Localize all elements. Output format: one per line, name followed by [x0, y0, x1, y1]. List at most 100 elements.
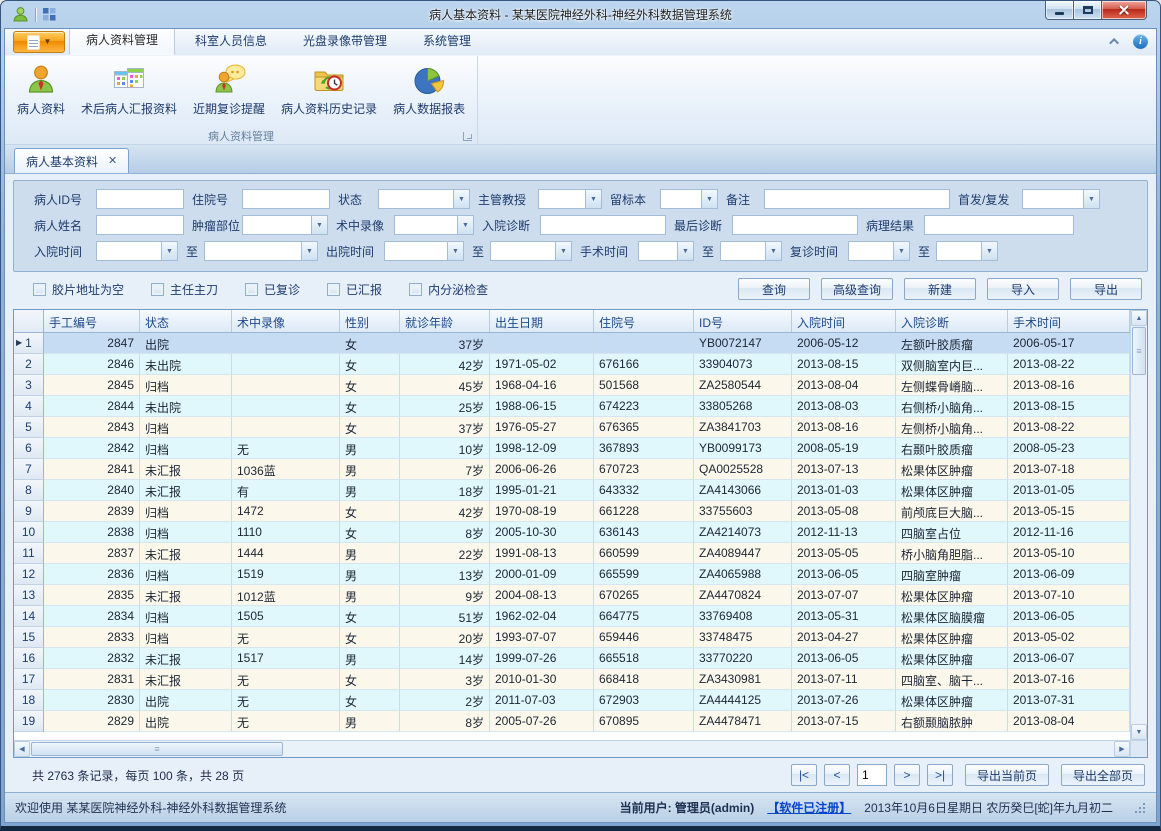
blocks-icon[interactable] — [42, 7, 57, 22]
ribbon-tab-3[interactable]: 光盘录像带管理 — [287, 28, 403, 55]
filter-combo[interactable]: ▼ — [538, 189, 602, 209]
software-registered-link[interactable]: 【软件已注册】 — [767, 799, 851, 816]
chevron-down-icon[interactable]: ▼ — [677, 242, 693, 260]
chevron-down-icon[interactable]: ▼ — [555, 242, 571, 260]
filter-input[interactable] — [924, 215, 1074, 235]
export-current-page-button[interactable]: 导出当前页 — [965, 764, 1049, 786]
last-page-button[interactable]: >| — [927, 764, 953, 786]
chevron-down-icon[interactable]: ▼ — [301, 242, 317, 260]
ribbon-tab-1[interactable]: 病人资料管理 — [69, 28, 175, 55]
checkbox-icon[interactable] — [409, 283, 422, 296]
page-number-input[interactable] — [857, 764, 887, 786]
filter-combo[interactable]: ▼ — [242, 215, 328, 235]
filter-combo[interactable]: ▼ — [848, 241, 910, 261]
chevron-down-icon[interactable]: ▼ — [453, 190, 469, 208]
table-row[interactable]: 92839归档1472女42岁1970-08-19661228337556032… — [14, 501, 1130, 522]
dialog-launcher-icon[interactable] — [463, 132, 472, 141]
table-row[interactable]: 152833归档无女20岁1993-07-0765944633748475201… — [14, 627, 1130, 648]
ribbon-button-5[interactable]: 病人数据报表 — [385, 59, 473, 119]
checkbox-icon[interactable] — [151, 283, 164, 296]
collapse-ribbon-icon[interactable] — [1109, 38, 1119, 48]
chevron-down-icon[interactable]: ▼ — [311, 216, 327, 234]
table-row[interactable]: 192829出院无男8岁2005-07-26670895ZA4478471201… — [14, 711, 1130, 732]
table-row[interactable]: 142834归档1505女51岁1962-02-0466477533769408… — [14, 606, 1130, 627]
chevron-down-icon[interactable]: ▼ — [701, 190, 717, 208]
vertical-scrollbar[interactable]: ▲ ≡ ▼ — [1130, 310, 1147, 740]
filter-input[interactable] — [96, 215, 184, 235]
horizontal-scrollbar[interactable]: ◀ ≡ ▶ — [14, 740, 1130, 757]
next-page-button[interactable]: > — [894, 764, 920, 786]
chevron-down-icon[interactable]: ▼ — [585, 190, 601, 208]
filter-input[interactable] — [540, 215, 666, 235]
horizontal-scroll-thumb[interactable]: ≡ — [31, 742, 283, 756]
action-button-4[interactable]: 导入 — [987, 278, 1059, 300]
checkbox-icon[interactable] — [33, 283, 46, 296]
table-row[interactable]: 162832未汇报1517男14岁1999-07-266655183377022… — [14, 648, 1130, 669]
scroll-up-icon[interactable]: ▲ — [1131, 310, 1147, 326]
table-row[interactable]: 132835未汇报1012蓝男9岁2004-08-13670265ZA44708… — [14, 585, 1130, 606]
checkbox-item-1[interactable]: 胶片地址为空 — [33, 281, 124, 298]
document-tab-patient-basic-info[interactable]: 病人基本资料 ✕ — [14, 148, 129, 173]
checkbox-item-4[interactable]: 已汇报 — [327, 281, 382, 298]
scroll-left-icon[interactable]: ◀ — [14, 741, 30, 757]
table-row[interactable]: 82840未汇报有男18岁1995-01-21643332ZA414306620… — [14, 480, 1130, 501]
table-row[interactable]: 52843归档女37岁1976-05-27676365ZA38417032013… — [14, 417, 1130, 438]
checkbox-item-2[interactable]: 主任主刀 — [151, 281, 218, 298]
filter-combo[interactable]: ▼ — [720, 241, 782, 261]
table-row[interactable]: 112837未汇报1444男22岁1991-08-13660599ZA40894… — [14, 543, 1130, 564]
checkbox-icon[interactable] — [245, 283, 258, 296]
table-row[interactable]: 22846未出院女42岁1971-05-02676166339040732013… — [14, 354, 1130, 375]
scroll-down-icon[interactable]: ▼ — [1131, 724, 1147, 740]
resize-grip[interactable] — [1134, 802, 1146, 814]
application-menu-button[interactable]: ▼ — [13, 31, 65, 53]
table-row[interactable]: 32845归档女45岁1968-04-16501568ZA25805442013… — [14, 375, 1130, 396]
table-row[interactable]: 122836归档1519男13岁2000-01-09665599ZA406598… — [14, 564, 1130, 585]
filter-combo[interactable]: ▼ — [1022, 189, 1100, 209]
minimize-button[interactable] — [1045, 1, 1074, 20]
filter-combo[interactable]: ▼ — [394, 215, 474, 235]
scroll-right-icon[interactable]: ▶ — [1114, 741, 1130, 757]
info-icon[interactable]: i — [1133, 34, 1148, 49]
filter-combo[interactable]: ▼ — [384, 241, 464, 261]
filter-combo[interactable]: ▼ — [204, 241, 318, 261]
ribbon-button-2[interactable]: 术后病人汇报资料 — [73, 59, 185, 119]
ribbon-button-4[interactable]: 病人资料历史记录 — [273, 59, 385, 119]
close-button[interactable] — [1102, 1, 1147, 20]
filter-input[interactable] — [242, 189, 330, 209]
chevron-down-icon[interactable]: ▼ — [981, 242, 997, 260]
first-page-button[interactable]: |< — [791, 764, 817, 786]
chevron-down-icon[interactable]: ▼ — [893, 242, 909, 260]
action-button-3[interactable]: 新建 — [904, 278, 976, 300]
chevron-down-icon[interactable]: ▼ — [1083, 190, 1099, 208]
checkbox-icon[interactable] — [327, 283, 340, 296]
table-row[interactable]: 172831未汇报无女3岁2010-01-30668418ZA343098120… — [14, 669, 1130, 690]
filter-combo[interactable]: ▼ — [638, 241, 694, 261]
export-all-pages-button[interactable]: 导出全部页 — [1061, 764, 1145, 786]
filter-combo[interactable]: ▼ — [96, 241, 178, 261]
filter-input[interactable] — [732, 215, 858, 235]
previous-page-button[interactable]: < — [824, 764, 850, 786]
table-row[interactable]: 102838归档1110女8岁2005-10-30636143ZA4214073… — [14, 522, 1130, 543]
checkbox-item-5[interactable]: 内分泌检查 — [409, 281, 488, 298]
ribbon-button-1[interactable]: 病人资料 — [9, 59, 73, 119]
filter-combo[interactable]: ▼ — [936, 241, 998, 261]
filter-combo[interactable]: ▼ — [378, 189, 470, 209]
vertical-scroll-thumb[interactable]: ≡ — [1132, 327, 1146, 375]
table-row[interactable]: 72841未汇报1036蓝男7岁2006-06-26670723QA002552… — [14, 459, 1130, 480]
checkbox-item-3[interactable]: 已复诊 — [245, 281, 300, 298]
ribbon-tab-2[interactable]: 科室人员信息 — [179, 28, 283, 55]
filter-combo[interactable]: ▼ — [660, 189, 718, 209]
action-button-2[interactable]: 高级查询 — [821, 278, 893, 300]
close-tab-icon[interactable]: ✕ — [108, 156, 117, 167]
table-row[interactable]: 62842归档无男10岁1998-12-09367893YB0099173200… — [14, 438, 1130, 459]
filter-combo[interactable]: ▼ — [490, 241, 572, 261]
action-button-1[interactable]: 查询 — [738, 278, 810, 300]
action-button-5[interactable]: 导出 — [1070, 278, 1142, 300]
table-row[interactable]: ▶12847出院女37岁YB00721472006-05-12左额叶胶质瘤200… — [14, 333, 1130, 354]
ribbon-tab-4[interactable]: 系统管理 — [407, 28, 487, 55]
filter-input[interactable] — [764, 189, 950, 209]
chevron-down-icon[interactable]: ▼ — [765, 242, 781, 260]
chevron-down-icon[interactable]: ▼ — [161, 242, 177, 260]
maximize-button[interactable] — [1074, 1, 1102, 20]
chevron-down-icon[interactable]: ▼ — [457, 216, 473, 234]
